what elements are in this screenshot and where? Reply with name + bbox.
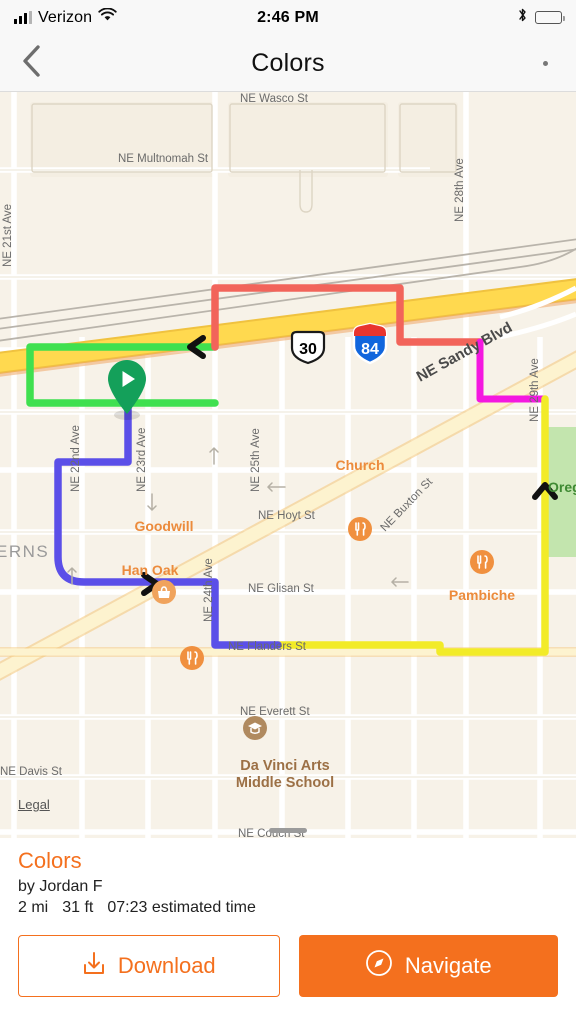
- page-title: Colors: [251, 48, 325, 77]
- route-author: by Jordan F: [18, 878, 103, 895]
- poi-da-vinci-school: [243, 716, 267, 740]
- map-canvas: 30 84 NE Wasco St NE Multnomah St NE 21s…: [0, 92, 576, 838]
- school-label-line2: Middle School: [236, 775, 334, 791]
- download-button[interactable]: Download: [18, 935, 280, 997]
- poi-han-oak: [180, 646, 204, 670]
- navigation-bar: Colors: [0, 35, 576, 92]
- sheet-actions: Download Navigate: [18, 935, 558, 997]
- street-label: NE 28th Ave: [454, 158, 466, 222]
- street-label: NE Hoyt St: [258, 510, 316, 522]
- street-label: NE Everett St: [240, 706, 310, 718]
- poi-label: Church: [336, 457, 385, 473]
- download-tray-icon: [82, 951, 106, 982]
- route-info-sheet: Colors by Jordan F 2 mi 31 ft 07:23 esti…: [0, 838, 576, 1024]
- interstate-84-shield: 84: [352, 322, 388, 365]
- navigate-button-label: Navigate: [404, 953, 492, 978]
- park-label: Oreg: [548, 479, 576, 495]
- app-root: Verizon 2:46 PM Colors 30 84 NE Wasco St…: [0, 0, 576, 1024]
- poi-pambiche: [470, 550, 494, 574]
- svg-text:84: 84: [361, 341, 379, 358]
- street-label: NE Glisan St: [248, 583, 315, 595]
- street-label: NE Flanders St: [228, 641, 307, 653]
- street-label: NE 25th Ave: [250, 428, 262, 492]
- status-bar: Verizon 2:46 PM: [0, 0, 576, 35]
- school-label-line1: Da Vinci Arts: [240, 758, 329, 774]
- poi-label: Han Oak: [122, 562, 179, 578]
- neighborhood-label: ERNS: [0, 542, 49, 561]
- download-button-label: Download: [117, 953, 216, 978]
- legal-link[interactable]: Legal: [18, 797, 50, 812]
- street-label: NE 24th Ave: [203, 558, 215, 622]
- street-label: NE Davis St: [0, 766, 63, 778]
- route-time: 07:23 estimated time: [107, 899, 256, 916]
- route-elevation: 31 ft: [62, 899, 94, 916]
- street-label: NE 29th Ave: [529, 358, 541, 422]
- street-label: NE 22nd Ave: [70, 425, 82, 492]
- battery-icon: [535, 11, 565, 24]
- sheet-drag-handle[interactable]: [269, 828, 307, 833]
- route-stats: 2 mi 31 ft 07:23 estimated time: [18, 899, 558, 917]
- street-label: NE 21st Ave: [2, 204, 14, 267]
- compass-icon: [365, 949, 393, 983]
- route-distance: 2 mi: [18, 899, 49, 916]
- street-label: NE Wasco St: [240, 93, 309, 105]
- poi-label: Goodwill: [134, 518, 193, 534]
- clock-label: 2:46 PM: [257, 8, 319, 26]
- poi-church: [348, 517, 372, 541]
- poi-goodwill: [152, 580, 176, 604]
- navigate-button[interactable]: Navigate: [298, 935, 558, 997]
- street-label: NE Multnomah St: [118, 153, 209, 165]
- route-title: Colors: [18, 848, 82, 873]
- map-view[interactable]: 30 84 NE Wasco St NE Multnomah St NE 21s…: [0, 92, 576, 838]
- svg-text:30: 30: [299, 341, 317, 358]
- poi-label: Pambiche: [449, 587, 515, 603]
- street-label: NE 23rd Ave: [136, 428, 148, 492]
- us-route-30-shield: 30: [290, 330, 326, 365]
